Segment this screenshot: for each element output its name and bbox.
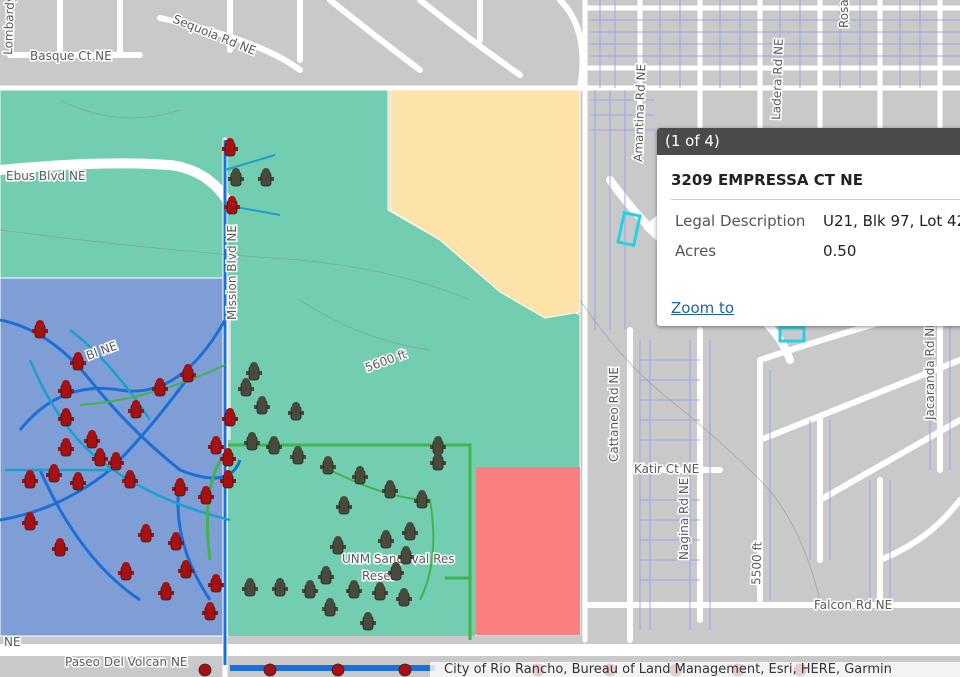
attr-name: Acres xyxy=(675,242,717,260)
feature-popup[interactable]: (1 of 4) 3209 EMPRESSA CT NE Legal Descr… xyxy=(657,128,960,326)
popup-pointer xyxy=(643,214,658,242)
street-label-nagina: Nagina Rd NE xyxy=(677,478,691,560)
map-canvas[interactable]: 5600 ft 5500 ft Basque Ct NE Sequoia Rd … xyxy=(0,0,960,677)
street-label-ladera: Ladera Rd NE xyxy=(769,38,786,120)
street-label-cattaneo: Cattaneo Rd NE xyxy=(607,367,621,462)
street-label-katir: Katir Ct NE xyxy=(634,462,699,476)
attr-value: 0.50 xyxy=(823,242,857,260)
popup-attr-acres: Acres 0.50 xyxy=(657,236,960,266)
street-label-ebus: Ebus Blvd NE xyxy=(6,169,86,183)
street-label-lombardy: Lombardy xyxy=(1,0,17,55)
hydrant-icon[interactable] xyxy=(398,663,412,677)
street-label-jacaranda: Jacaranda Rd NE xyxy=(923,320,937,421)
street-label-paseo: Paseo Del Volcan NE xyxy=(65,655,188,669)
attr-value: U21, Blk 97, Lot 42 xyxy=(823,212,960,230)
street-label-basque: Basque Ct NE xyxy=(30,49,112,63)
popup-counter: (1 of 4) xyxy=(657,128,960,155)
popup-title: 3209 EMPRESSA CT NE xyxy=(671,171,863,189)
zoom-to-link[interactable]: Zoom to xyxy=(671,299,734,317)
popup-attr-legal-description: Legal Description U21, Blk 97, Lot 42 xyxy=(657,206,960,236)
street-label-falcon: Falcon Rd NE xyxy=(814,598,892,612)
street-label-ne-west: NE xyxy=(4,635,21,649)
map-view[interactable]: 5600 ft 5500 ft Basque Ct NE Sequoia Rd … xyxy=(0,0,960,677)
hydrant-icon[interactable] xyxy=(263,663,277,677)
hydrant-icon[interactable] xyxy=(331,663,345,677)
zone-red[interactable] xyxy=(476,467,580,635)
street-label-mission: Mission Blvd NE xyxy=(225,225,239,320)
attr-name: Legal Description xyxy=(675,212,806,230)
contour-label-5500: 5500 ft xyxy=(749,541,765,585)
street-label-rosa: Rosa xyxy=(837,0,851,28)
map-attribution: City of Rio Rancho, Bureau of Land Manag… xyxy=(430,662,960,677)
hydrant-icon[interactable] xyxy=(198,663,212,677)
